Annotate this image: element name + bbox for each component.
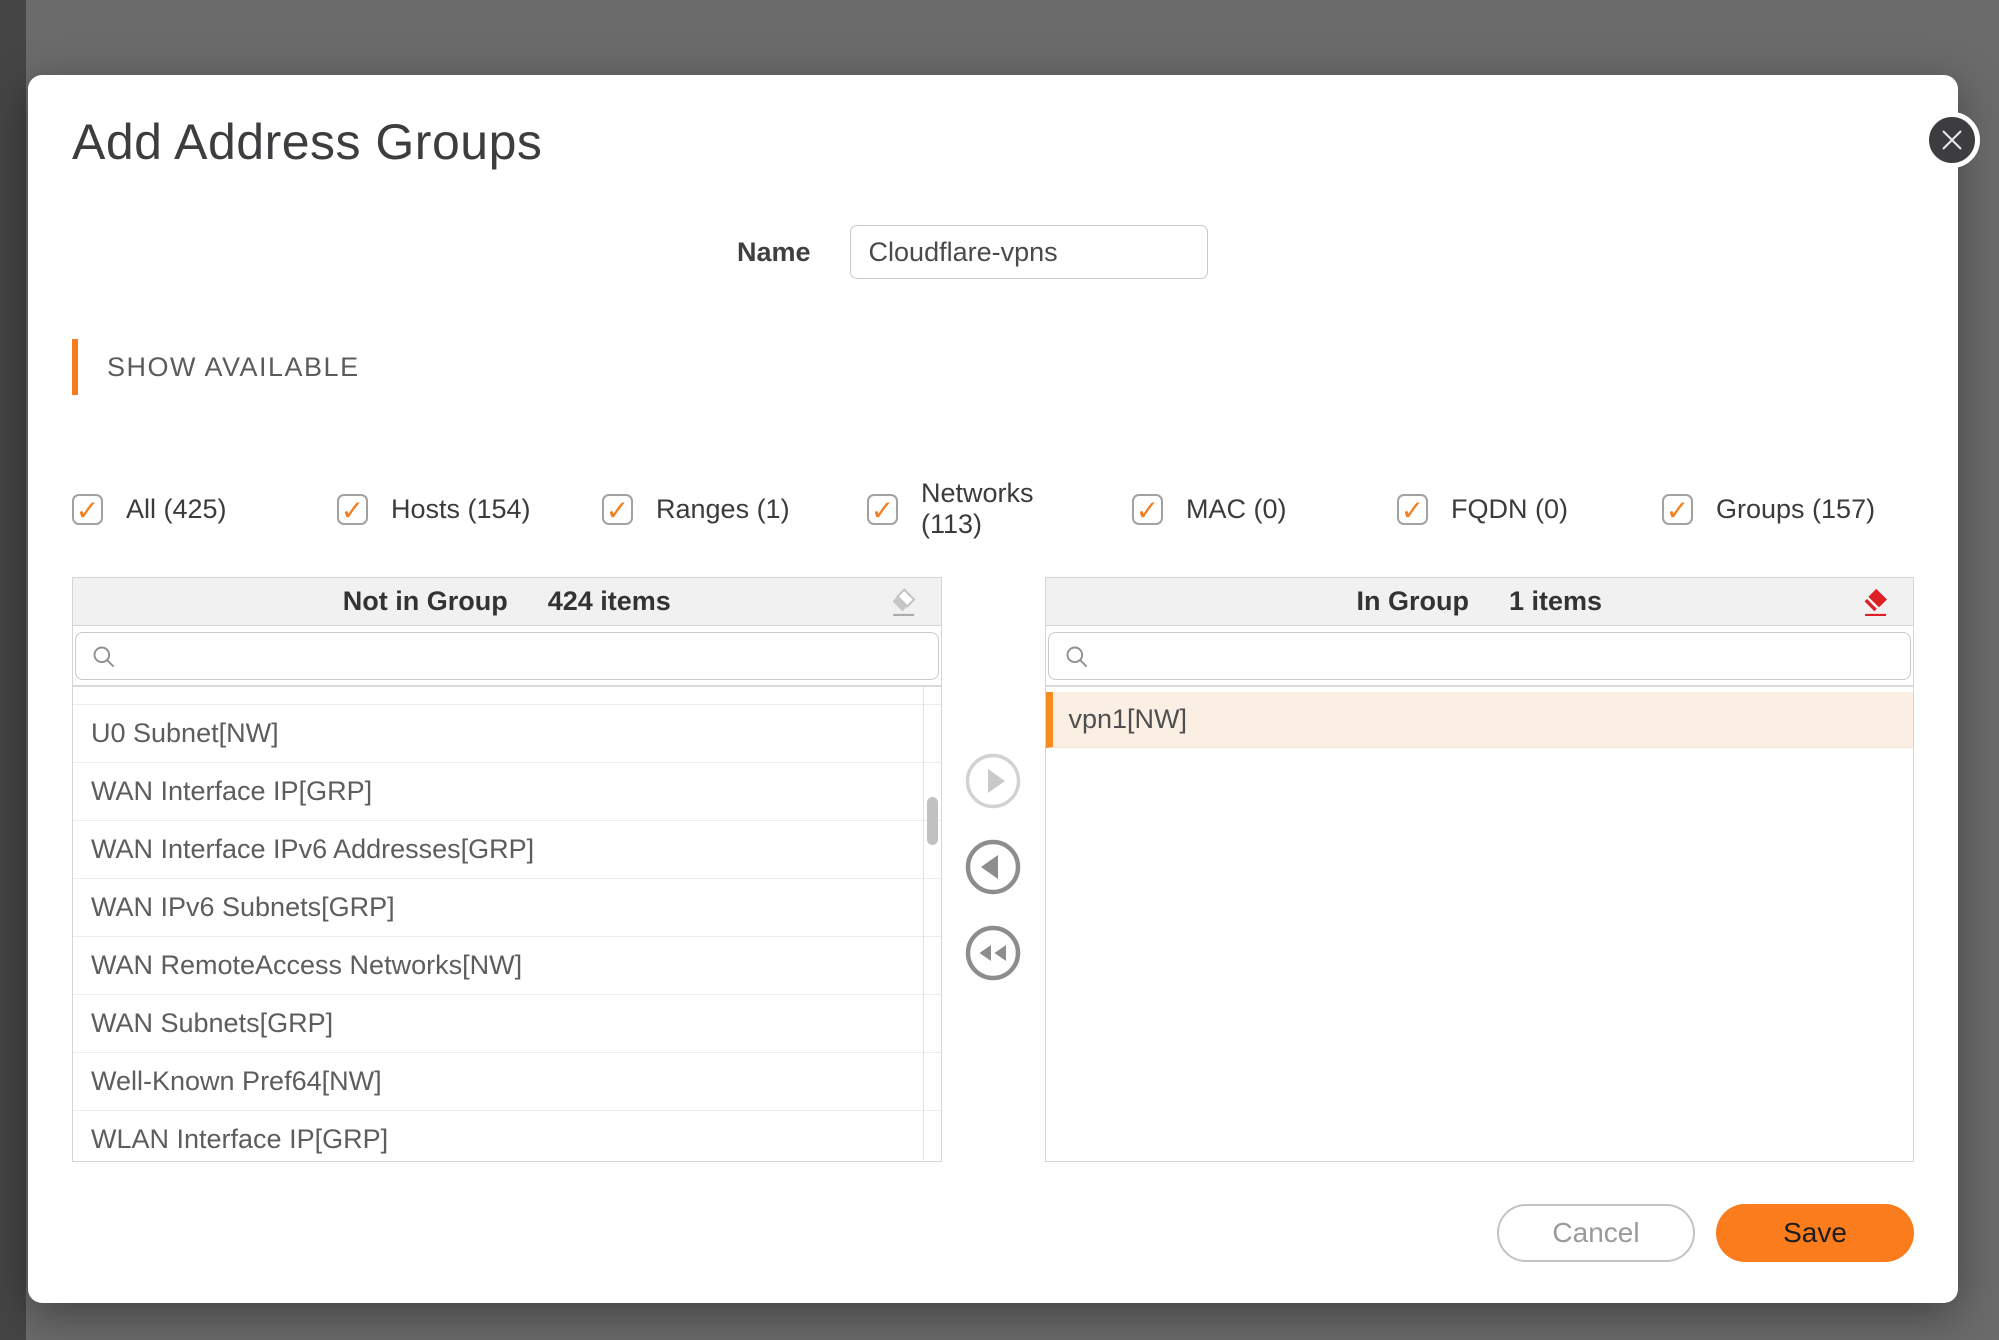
clear-all-button[interactable]	[887, 586, 919, 621]
panel-item-count: 424 items	[547, 586, 671, 616]
dual-list-area: Not in Group 424 items U0 Subnet[NW] WAN…	[72, 577, 1914, 1162]
dialog-footer: Cancel Save	[72, 1204, 1914, 1262]
dialog-title: Add Address Groups	[72, 114, 543, 170]
scrollbar-thumb[interactable]	[926, 797, 938, 845]
remove-all-button[interactable]	[1859, 586, 1891, 621]
selected-list-item[interactable]: vpn1[NW]	[1045, 692, 1913, 748]
search-box	[1047, 632, 1911, 680]
save-button[interactable]: Save	[1716, 1204, 1914, 1262]
section-title: SHOW AVAILABLE	[107, 351, 360, 382]
search-box	[75, 632, 939, 680]
checkbox-checked-icon: ✓	[1397, 493, 1428, 525]
double-arrow-left-icon	[965, 925, 1021, 981]
close-button[interactable]	[1924, 112, 1980, 168]
name-label: Name	[737, 236, 811, 267]
panel-item-count: 1 items	[1508, 586, 1603, 616]
list-item[interactable]: Well-Known Pref64[NW]	[73, 1053, 941, 1111]
name-row: Name	[72, 225, 1914, 279]
in-group-search-input[interactable]	[1099, 640, 1896, 672]
panel-title: Not in Group	[342, 586, 508, 616]
in-group-panel: In Group 1 items vpn1[NW]	[1044, 577, 1914, 1162]
filter-checkbox-networks[interactable]: ✓ Networks (113)	[867, 478, 1132, 540]
checkbox-checked-icon: ✓	[867, 493, 898, 525]
not-in-group-panel: Not in Group 424 items U0 Subnet[NW] WAN…	[72, 577, 942, 1162]
filter-checkbox-all[interactable]: ✓ All (425)	[72, 493, 337, 525]
list-item[interactable]: U0 Subnet[NW]	[73, 705, 941, 763]
search-zone	[1045, 626, 1913, 687]
list-item[interactable]: WAN Subnets[GRP]	[73, 995, 941, 1053]
eraser-icon	[892, 588, 915, 617]
checkbox-checked-icon: ✓	[1132, 493, 1163, 525]
not-in-group-search-input[interactable]	[127, 640, 924, 672]
arrow-left-icon	[965, 839, 1021, 895]
filter-checkbox-mac[interactable]: ✓ MAC (0)	[1132, 493, 1397, 525]
panel-title: In Group	[1356, 586, 1469, 616]
cancel-button[interactable]: Cancel	[1497, 1204, 1695, 1262]
checkbox-checked-icon: ✓	[72, 493, 103, 525]
checkbox-checked-icon: ✓	[1662, 493, 1693, 525]
move-all-left-button[interactable]	[964, 924, 1022, 982]
filter-checkbox-fqdn[interactable]: ✓ FQDN (0)	[1397, 493, 1662, 525]
filter-checkbox-hosts[interactable]: ✓ Hosts (154)	[337, 493, 602, 525]
list-item[interactable]: WAN Interface IP[GRP]	[73, 763, 941, 821]
move-left-button[interactable]	[964, 838, 1022, 896]
not-in-group-list: U0 Subnet[NW] WAN Interface IP[GRP] WAN …	[73, 687, 941, 1160]
name-input[interactable]	[849, 225, 1208, 279]
type-filter-row: ✓ All (425) ✓ Hosts (154) ✓ Ranges (1) ✓…	[72, 476, 1914, 542]
not-in-group-header: Not in Group 424 items	[73, 578, 941, 626]
search-zone	[73, 626, 941, 687]
checkbox-checked-icon: ✓	[602, 493, 633, 525]
arrow-right-icon	[965, 753, 1021, 809]
add-address-groups-dialog: Add Address Groups Name SHOW AVAILABLE ✓…	[28, 75, 1980, 1303]
scrollbar-track	[922, 687, 924, 1160]
section-accent-bar	[72, 339, 78, 395]
list-item[interactable]: WLAN Interface IP[GRP]	[73, 1111, 941, 1160]
show-available-section: SHOW AVAILABLE	[72, 339, 1914, 395]
checkbox-checked-icon: ✓	[337, 493, 368, 525]
move-right-button[interactable]	[964, 752, 1022, 810]
list-item-partial	[73, 687, 941, 705]
eraser-red-icon	[1864, 588, 1887, 617]
search-icon	[93, 646, 115, 667]
search-icon	[1066, 646, 1087, 667]
transfer-controls	[942, 577, 1045, 1162]
in-group-list: vpn1[NW]	[1045, 687, 1913, 1160]
list-item[interactable]: WAN IPv6 Subnets[GRP]	[73, 879, 941, 937]
filter-checkbox-groups[interactable]: ✓ Groups (157)	[1662, 493, 1875, 525]
filter-checkbox-ranges[interactable]: ✓ Ranges (1)	[602, 493, 867, 525]
close-icon	[1942, 130, 1962, 150]
in-group-header: In Group 1 items	[1045, 578, 1913, 626]
list-item[interactable]: WAN RemoteAccess Networks[NW]	[73, 937, 941, 995]
list-item[interactable]: WAN Interface IPv6 Addresses[GRP]	[73, 821, 941, 879]
